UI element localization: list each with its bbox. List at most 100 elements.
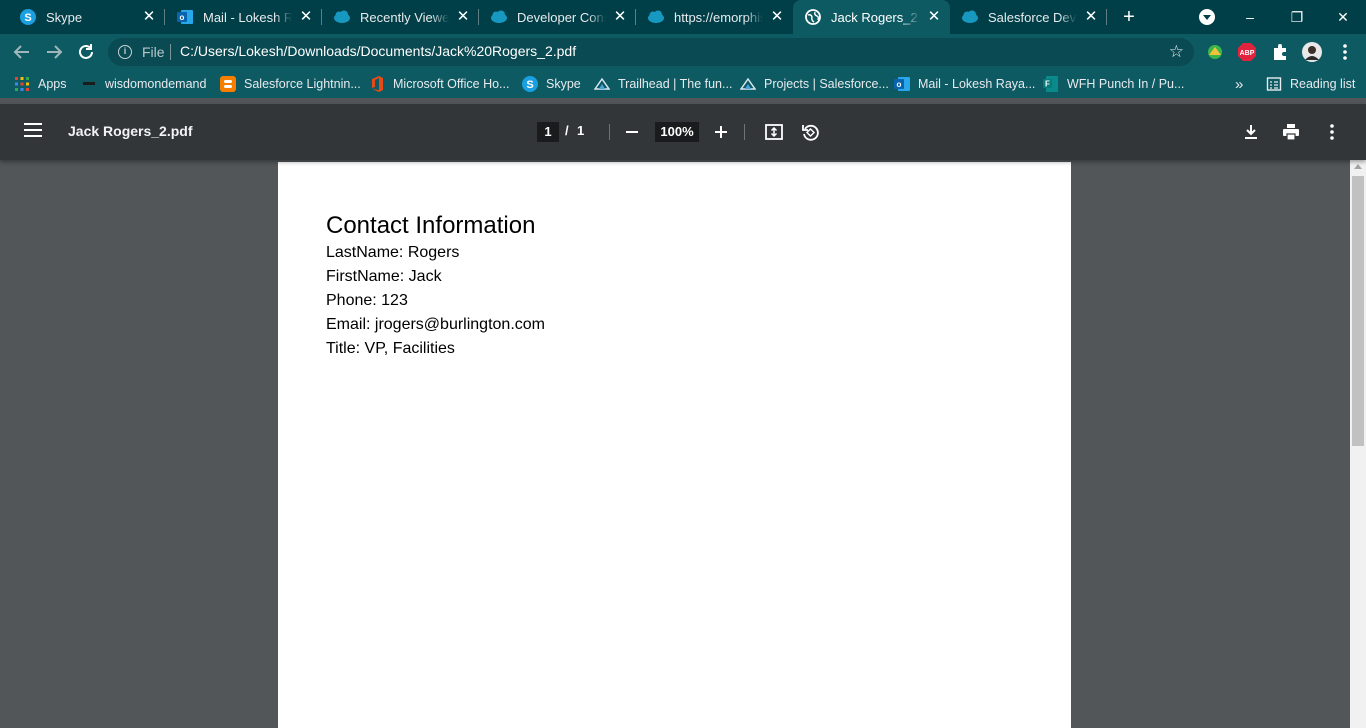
outlook-icon: o (177, 10, 193, 24)
bookmark-label: Trailhead | The fun... (618, 77, 733, 91)
tab-developer-console[interactable]: Developer Console ✕ (479, 0, 636, 34)
bookmark-skype[interactable]: S Skype (522, 76, 581, 92)
new-tab-button[interactable]: + (1118, 7, 1140, 27)
salesforce-icon (334, 10, 350, 23)
extension-icon-1[interactable] (1205, 42, 1225, 62)
toolbar-divider (609, 124, 610, 140)
bookmark-label: Skype (546, 77, 581, 91)
bookmark-apps[interactable]: Apps (14, 76, 67, 92)
fit-to-page-icon[interactable] (764, 122, 784, 142)
tab-title: Mail - Lokesh Rayapudi (203, 10, 292, 25)
bookmark-projects-salesforce[interactable]: Projects | Salesforce... (740, 76, 889, 92)
back-icon[interactable] (10, 40, 34, 64)
close-tab-icon[interactable]: ✕ (298, 9, 314, 25)
globe-icon (805, 9, 821, 25)
outlook-icon: o (894, 77, 910, 91)
apps-grid-icon (15, 77, 29, 91)
adblock-plus-icon[interactable]: ABP (1237, 42, 1257, 62)
svg-text:F: F (1045, 80, 1050, 89)
bookmark-wfh-punch[interactable]: F WFH Punch In / Pu... (1043, 76, 1184, 92)
zoom-in-icon[interactable] (711, 122, 731, 142)
svg-text:o: o (897, 80, 902, 89)
reading-list-button[interactable]: Reading list (1266, 76, 1355, 92)
close-tab-icon[interactable]: ✕ (1083, 9, 1099, 25)
trailhead-icon (594, 77, 610, 90)
pdf-filename: Jack Rogers_2.pdf (68, 123, 193, 139)
close-tab-icon[interactable]: ✕ (141, 9, 157, 25)
tab-title: Recently Viewed | Salesforce (360, 10, 449, 25)
address-divider (170, 44, 171, 60)
tab-jack-rogers-pdf[interactable]: Jack Rogers_2.pdf ✕ (793, 0, 950, 34)
pdf-toolbar: Jack Rogers_2.pdf 1 / 1 100% (0, 104, 1366, 160)
bookmark-wisdomondemand[interactable]: wisdomondemand (81, 76, 206, 92)
tab-title: Skype (46, 10, 83, 25)
reading-list-icon (1266, 77, 1282, 91)
restore-button[interactable]: ❐ (1287, 7, 1307, 27)
salesforce-icon (648, 10, 664, 23)
bookmark-label: WFH Punch In / Pu... (1067, 77, 1185, 91)
tab-title: Jack Rogers_2.pdf (831, 10, 920, 25)
scrollbar-thumb[interactable] (1352, 176, 1364, 446)
bookmarks-overflow-button[interactable]: » (1235, 76, 1243, 93)
zoom-level-input[interactable]: 100% (655, 122, 699, 142)
bookmark-mail[interactable]: o Mail - Lokesh Raya... (894, 76, 1035, 92)
document-line: Email: jrogers@burlington.com (326, 316, 545, 333)
svg-text:ABP: ABP (1240, 50, 1255, 57)
tab-search-icon[interactable] (1199, 9, 1215, 25)
bookmark-microsoft-office[interactable]: Microsoft Office Ho... (369, 76, 509, 92)
address-bar[interactable]: i File C:/Users/Lokesh/Downloads/Documen… (108, 38, 1194, 66)
close-tab-icon[interactable]: ✕ (926, 9, 942, 25)
tab-skype[interactable]: S Skype ✕ (8, 0, 165, 34)
pdf-page: Contact Information LastName: Rogers Fir… (278, 162, 1071, 728)
download-icon[interactable] (1241, 122, 1261, 142)
bookmark-label: Microsoft Office Ho... (393, 77, 510, 91)
blogger-icon (220, 76, 236, 92)
sidebar-menu-icon[interactable] (24, 123, 42, 137)
tab-mail[interactable]: o Mail - Lokesh Rayapudi ✕ (165, 0, 322, 34)
scheme-label: File (142, 44, 165, 60)
more-options-icon[interactable] (1322, 122, 1342, 142)
puzzle-icon[interactable] (1270, 42, 1290, 62)
print-icon[interactable] (1281, 122, 1301, 142)
document-line: Phone: 123 (326, 292, 408, 309)
url-text[interactable]: C:/Users/Lokesh/Downloads/Documents/Jack… (180, 43, 576, 59)
forward-icon[interactable] (42, 40, 66, 64)
page-number-input[interactable]: 1 (537, 122, 559, 142)
profile-avatar[interactable] (1302, 42, 1322, 62)
bookmark-label: wisdomondemand (105, 77, 207, 91)
close-window-button[interactable]: ✕ (1333, 7, 1353, 27)
bookmark-star-icon[interactable]: ☆ (1169, 42, 1184, 62)
tab-title: Developer Console (517, 10, 606, 25)
vertical-scrollbar[interactable] (1350, 160, 1366, 728)
trailhead-icon (740, 77, 756, 90)
scroll-up-icon[interactable] (1354, 164, 1362, 169)
bookmark-icon (83, 82, 95, 85)
toolbar-divider (744, 124, 745, 140)
document-line: FirstName: Jack (326, 268, 442, 285)
bookmark-salesforce-lightning[interactable]: Salesforce Lightnin... (220, 76, 361, 92)
bookmark-trailhead[interactable]: Trailhead | The fun... (594, 76, 732, 92)
browser-menu-icon[interactable] (1335, 42, 1355, 62)
document-line: LastName: Rogers (326, 244, 460, 261)
zoom-out-icon[interactable] (622, 122, 642, 142)
tab-salesforce-developers[interactable]: Salesforce Developers ✕ (950, 0, 1107, 34)
bookmark-label: Mail - Lokesh Raya... (918, 77, 1036, 91)
close-tab-icon[interactable]: ✕ (769, 9, 785, 25)
svg-text:S: S (526, 79, 533, 91)
bookmark-label: Salesforce Lightnin... (244, 77, 361, 91)
info-icon[interactable]: i (118, 45, 132, 59)
tab-divider (1106, 9, 1107, 25)
close-tab-icon[interactable]: ✕ (455, 9, 471, 25)
minimize-button[interactable]: – (1240, 7, 1260, 27)
reload-icon[interactable] (74, 40, 98, 64)
browser-toolbar: i File C:/Users/Lokesh/Downloads/Documen… (0, 34, 1366, 70)
tab-title: Salesforce Developers (988, 10, 1077, 25)
close-tab-icon[interactable]: ✕ (612, 9, 628, 25)
tab-recently-viewed[interactable]: Recently Viewed | Salesforce ✕ (322, 0, 479, 34)
bookmark-label: Apps (38, 77, 67, 91)
salesforce-icon (962, 10, 978, 23)
tab-emorphis[interactable]: https://emorphis ✕ (636, 0, 793, 34)
office-icon (372, 76, 383, 92)
rotate-icon[interactable] (800, 122, 820, 142)
reading-list-label: Reading list (1290, 77, 1356, 91)
